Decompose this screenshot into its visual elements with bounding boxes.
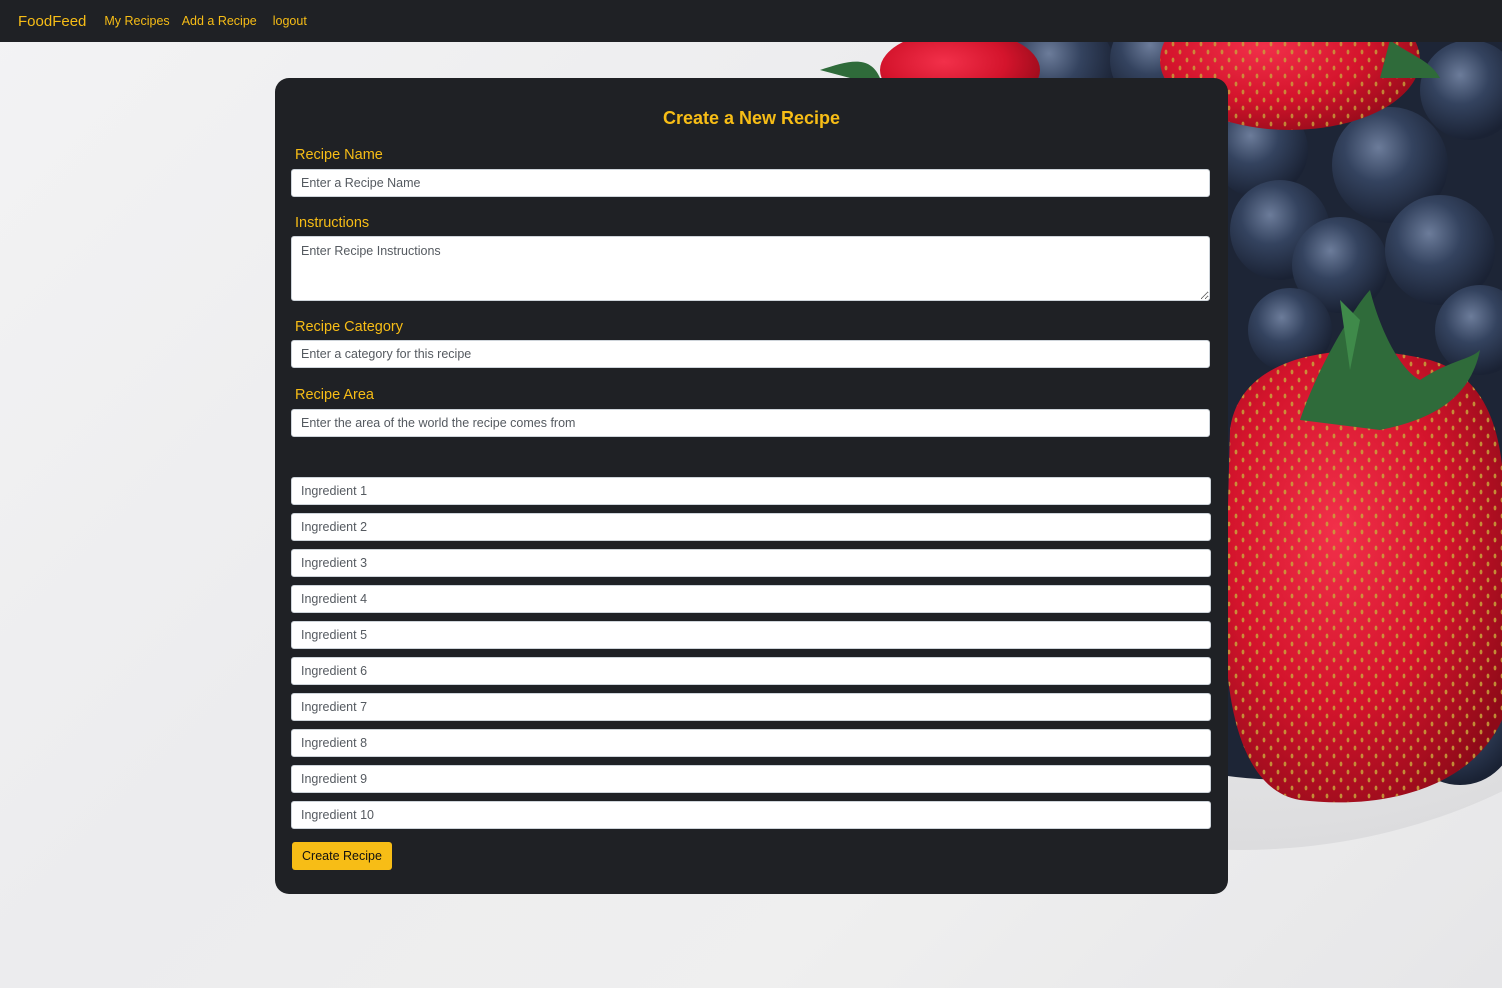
ingredient-4-input[interactable] xyxy=(291,585,1211,613)
area-input[interactable] xyxy=(291,409,1210,437)
navbar: FoodFeed My Recipes Add a Recipe logout xyxy=(0,0,1502,42)
recipe-name-input[interactable] xyxy=(291,169,1210,197)
recipe-form-card: Create a New Recipe Recipe Name Instruct… xyxy=(275,78,1228,894)
ingredient-2-input[interactable] xyxy=(291,513,1211,541)
ingredient-9-input[interactable] xyxy=(291,765,1211,793)
ingredient-list xyxy=(291,477,1211,837)
area-label: Recipe Area xyxy=(295,387,374,403)
instructions-label: Instructions xyxy=(295,215,370,231)
instructions-textarea[interactable] xyxy=(291,236,1210,301)
ingredient-10-input[interactable] xyxy=(291,801,1211,829)
ingredient-1-input[interactable] xyxy=(291,477,1211,505)
recipe-name-label: Recipe Name xyxy=(295,147,383,163)
nav-link-my-recipes[interactable]: My Recipes xyxy=(104,14,169,28)
nav-link-add-recipe[interactable]: Add a Recipe xyxy=(182,14,257,28)
ingredient-8-input[interactable] xyxy=(291,729,1211,757)
ingredient-7-input[interactable] xyxy=(291,693,1211,721)
ingredient-5-input[interactable] xyxy=(291,621,1211,649)
brand-link[interactable]: FoodFeed xyxy=(18,13,86,30)
category-input[interactable] xyxy=(291,340,1210,368)
category-label: Recipe Category xyxy=(295,319,403,335)
nav-link-logout[interactable]: logout xyxy=(273,14,307,28)
create-recipe-button[interactable]: Create Recipe xyxy=(292,842,392,870)
ingredient-6-input[interactable] xyxy=(291,657,1211,685)
ingredient-3-input[interactable] xyxy=(291,549,1211,577)
form-title: Create a New Recipe xyxy=(662,108,841,128)
